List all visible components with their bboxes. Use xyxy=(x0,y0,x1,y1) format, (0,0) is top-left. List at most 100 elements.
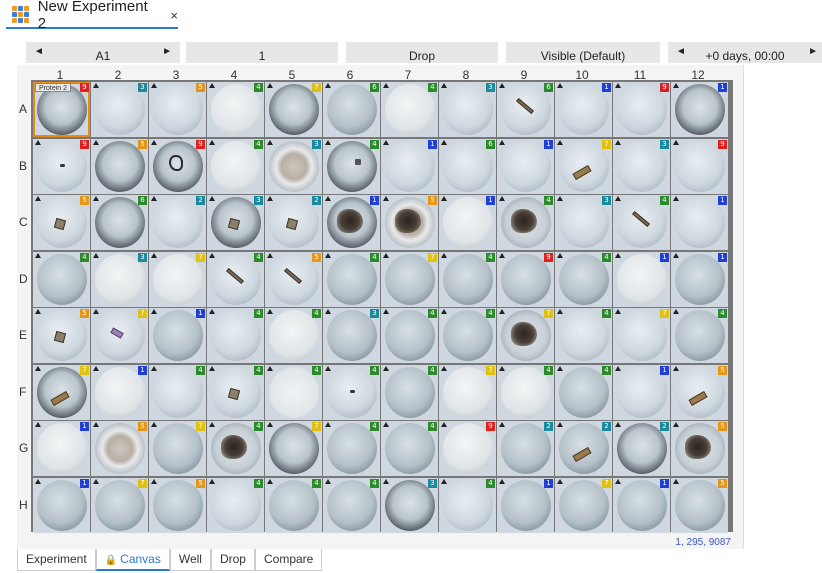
well-D3[interactable]: 7 xyxy=(149,251,206,307)
view-selector[interactable]: Drop xyxy=(346,42,498,63)
column-header-10[interactable]: 10 xyxy=(553,68,611,82)
column-header-8[interactable]: 8 xyxy=(437,68,495,82)
well-D10[interactable]: 4 xyxy=(555,251,612,307)
well-B2[interactable]: 5 xyxy=(91,138,148,194)
well-F9[interactable]: 4 xyxy=(497,364,554,420)
well-D8[interactable]: 4 xyxy=(439,251,496,307)
well-G10[interactable]: 2 xyxy=(555,421,612,476)
column-header-7[interactable]: 7 xyxy=(379,68,437,82)
column-header-11[interactable]: 11 xyxy=(611,68,669,82)
row-header-B[interactable]: B xyxy=(19,159,31,173)
well-C9[interactable]: 4 xyxy=(497,195,554,250)
well-G1[interactable]: 1 xyxy=(33,421,90,476)
plate-selector[interactable]: 1 xyxy=(186,42,338,63)
well-F11[interactable]: 1 xyxy=(613,364,670,420)
well-D9[interactable]: 9 xyxy=(497,251,554,307)
well-B4[interactable]: 4 xyxy=(207,138,264,194)
well-C5[interactable]: 2 xyxy=(265,195,322,250)
well-D5[interactable]: 5 xyxy=(265,251,322,307)
row-header-D[interactable]: D xyxy=(19,272,31,286)
time-label[interactable]: +0 days, 00:00 xyxy=(705,42,784,63)
well-A8[interactable]: 3 xyxy=(439,82,496,137)
well-D1[interactable]: 4 xyxy=(33,251,90,307)
well-B8[interactable]: 6 xyxy=(439,138,496,194)
well-B1[interactable]: 9 xyxy=(33,138,90,194)
well-D2[interactable]: 3 xyxy=(91,251,148,307)
well-A3[interactable]: 5 xyxy=(149,82,206,137)
well-F10[interactable]: 4 xyxy=(555,364,612,420)
well-G12[interactable]: 5 xyxy=(671,421,728,476)
column-header-5[interactable]: 5 xyxy=(263,68,321,82)
well-A9[interactable]: 6 xyxy=(497,82,554,137)
well-A6[interactable]: 6 xyxy=(323,82,380,137)
column-header-9[interactable]: 9 xyxy=(495,68,553,82)
well-G8[interactable]: 9 xyxy=(439,421,496,476)
well-D11[interactable]: 1 xyxy=(613,251,670,307)
next-time-arrow-icon[interactable]: ► xyxy=(808,46,818,57)
well-H3[interactable]: 5 xyxy=(149,477,206,533)
well-F3[interactable]: 4 xyxy=(149,364,206,420)
well-H6[interactable]: 4 xyxy=(323,477,380,533)
well-E6[interactable]: 3 xyxy=(323,308,380,363)
well-G5[interactable]: 7 xyxy=(265,421,322,476)
well-E1[interactable]: 5 xyxy=(33,308,90,363)
column-header-12[interactable]: 12 xyxy=(669,68,727,82)
well-D7[interactable]: 7 xyxy=(381,251,438,307)
well-H2[interactable]: 7 xyxy=(91,477,148,533)
well-E4[interactable]: 4 xyxy=(207,308,264,363)
well-B6[interactable]: 4 xyxy=(323,138,380,194)
well-A7[interactable]: 4 xyxy=(381,82,438,137)
well-B3[interactable]: 9 xyxy=(149,138,206,194)
close-icon[interactable]: × xyxy=(170,8,178,23)
document-tab[interactable]: New Experiment 2 × xyxy=(6,0,178,32)
row-header-F[interactable]: F xyxy=(19,385,31,399)
column-header-4[interactable]: 4 xyxy=(205,68,263,82)
well-H5[interactable]: 4 xyxy=(265,477,322,533)
well-G11[interactable]: 2 xyxy=(613,421,670,476)
well-F5[interactable]: 4 xyxy=(265,364,322,420)
well-C8[interactable]: 1 xyxy=(439,195,496,250)
tab-experiment[interactable]: Experiment xyxy=(17,549,96,571)
well-G9[interactable]: 2 xyxy=(497,421,554,476)
row-header-A[interactable]: A xyxy=(19,102,31,116)
column-header-1[interactable]: 1 xyxy=(31,68,89,82)
tab-drop[interactable]: Drop xyxy=(210,549,255,571)
well-D6[interactable]: 4 xyxy=(323,251,380,307)
well-G3[interactable]: 7 xyxy=(149,421,206,476)
tab-canvas[interactable]: 🔒 Canvas xyxy=(95,549,170,571)
column-header-2[interactable]: 2 xyxy=(89,68,147,82)
column-header-6[interactable]: 6 xyxy=(321,68,379,82)
well-H9[interactable]: 1 xyxy=(497,477,554,533)
well-B5[interactable]: 3 xyxy=(265,138,322,194)
well-E11[interactable]: 7 xyxy=(613,308,670,363)
well-H12[interactable]: 5 xyxy=(671,477,728,533)
well-B7[interactable]: 1 xyxy=(381,138,438,194)
well-label[interactable]: A1 xyxy=(96,42,111,63)
well-E12[interactable]: 4 xyxy=(671,308,728,363)
well-A12[interactable]: 1 xyxy=(671,82,728,137)
well-F6[interactable]: 4 xyxy=(323,364,380,420)
row-header-C[interactable]: C xyxy=(19,215,31,229)
well-H1[interactable]: 1 xyxy=(33,477,90,533)
previous-time-arrow-icon[interactable]: ◄ xyxy=(676,46,686,57)
previous-well-arrow-icon[interactable]: ◄ xyxy=(34,46,44,57)
well-F2[interactable]: 1 xyxy=(91,364,148,420)
well-B9[interactable]: 1 xyxy=(497,138,554,194)
well-C2[interactable]: 6 xyxy=(91,195,148,250)
well-B10[interactable]: 7 xyxy=(555,138,612,194)
well-H11[interactable]: 1 xyxy=(613,477,670,533)
well-C3[interactable]: 2 xyxy=(149,195,206,250)
well-E10[interactable]: 4 xyxy=(555,308,612,363)
well-C12[interactable]: 1 xyxy=(671,195,728,250)
well-D4[interactable]: 4 xyxy=(207,251,264,307)
row-header-E[interactable]: E xyxy=(19,328,31,342)
well-G7[interactable]: 4 xyxy=(381,421,438,476)
imaging-selector[interactable]: Visible (Default) xyxy=(506,42,660,63)
row-header-G[interactable]: G xyxy=(19,441,31,455)
well-H8[interactable]: 4 xyxy=(439,477,496,533)
tab-well[interactable]: Well xyxy=(169,549,211,571)
well-G6[interactable]: 4 xyxy=(323,421,380,476)
well-E2[interactable]: 7 xyxy=(91,308,148,363)
column-header-3[interactable]: 3 xyxy=(147,68,205,82)
well-F12[interactable]: 5 xyxy=(671,364,728,420)
